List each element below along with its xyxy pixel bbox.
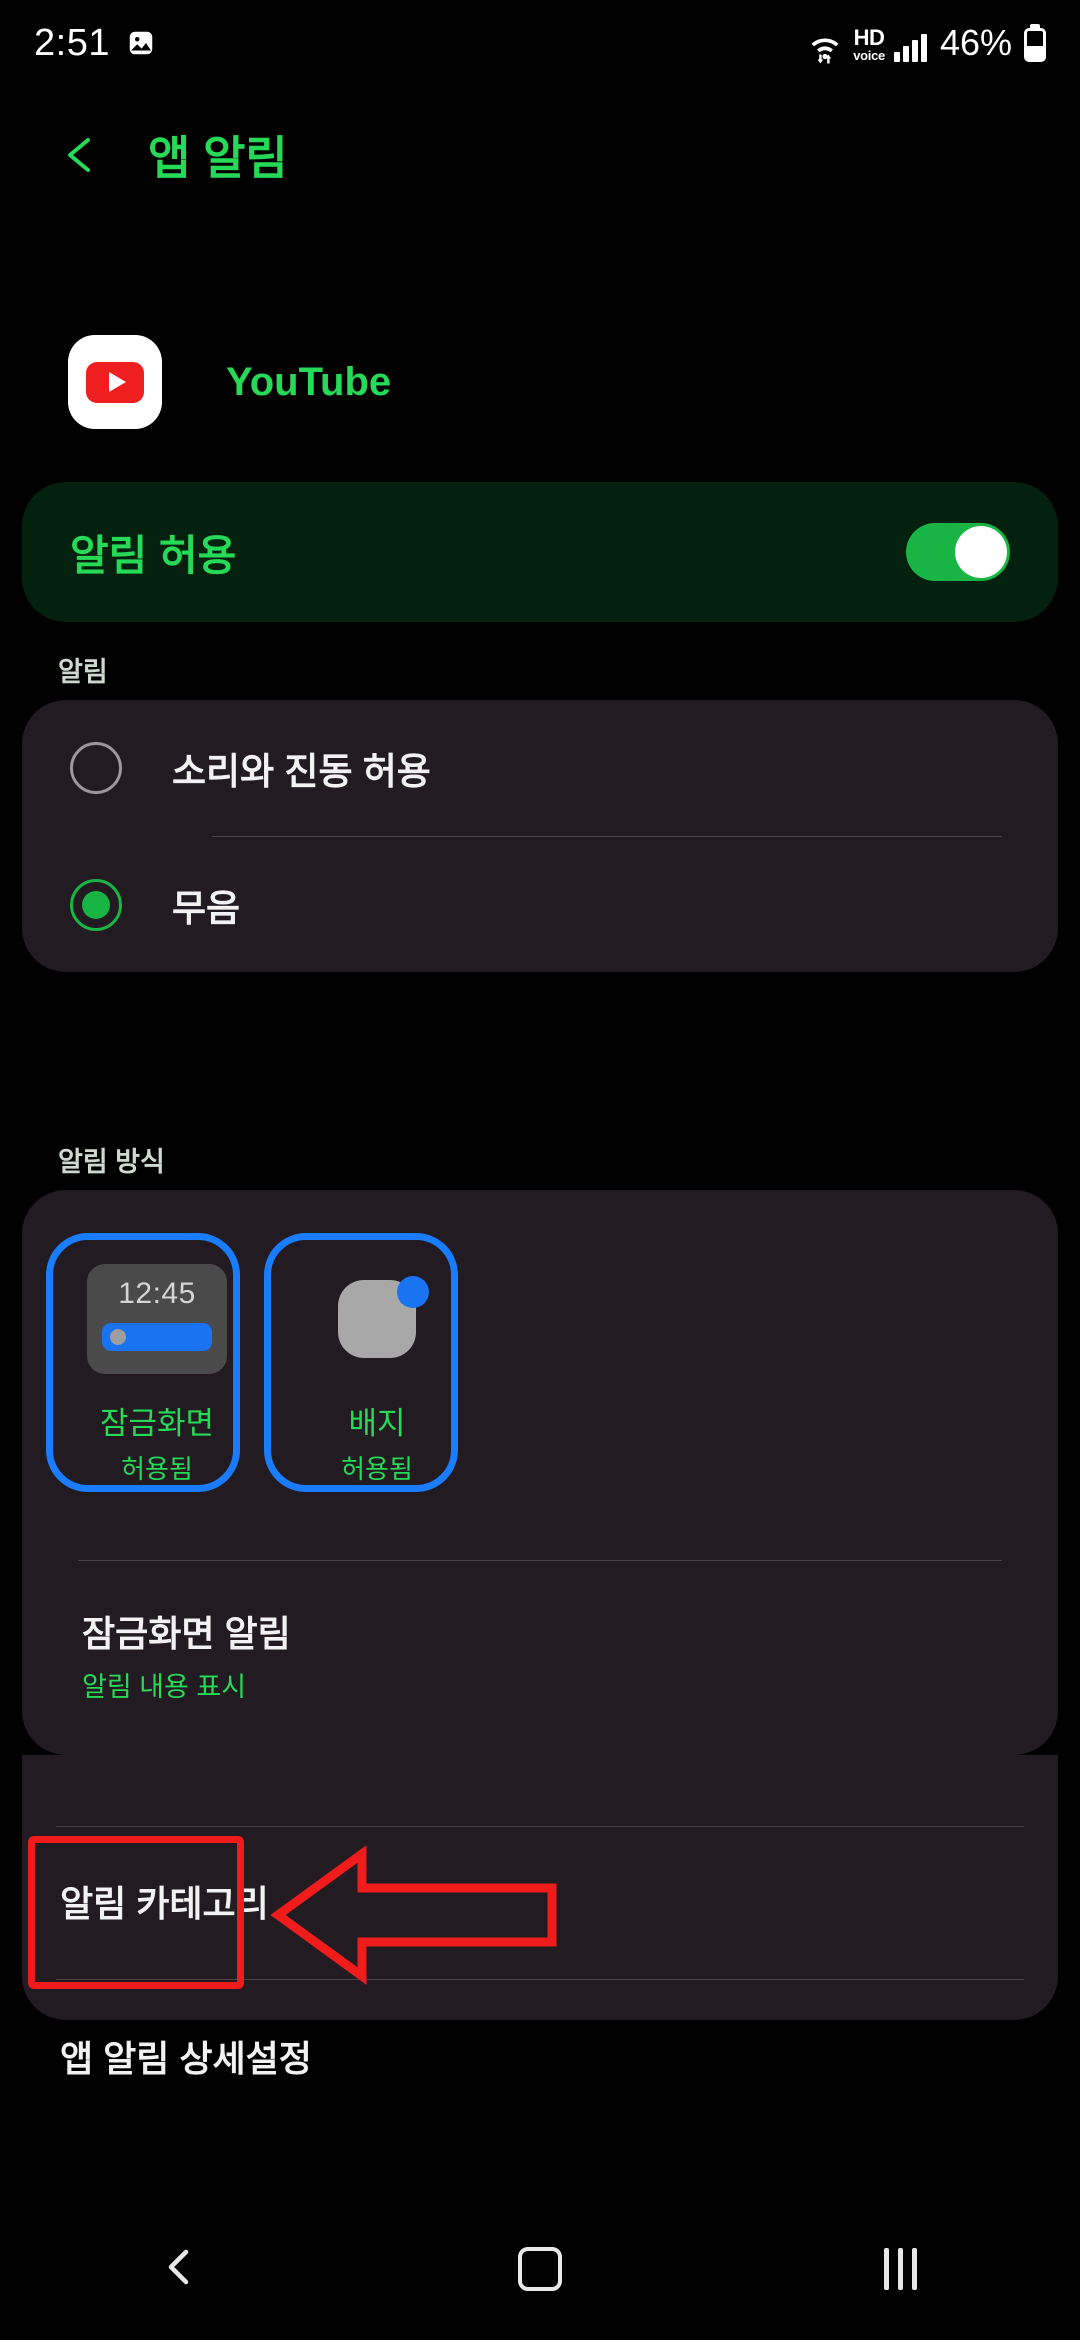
- toggle-knob: [955, 526, 1007, 578]
- list-item-title: 앱 알림 상세설정: [60, 2038, 312, 2079]
- hd-label: HD: [853, 25, 885, 50]
- radio-sound-vibration[interactable]: [70, 742, 122, 794]
- nav-home-icon: [518, 2247, 562, 2291]
- back-chevron-icon[interactable]: [58, 132, 104, 178]
- app-header-row[interactable]: YouTube: [0, 332, 1080, 432]
- phone-screen: 2:51 HD voice 46% 앱 알림 YouTube 알림 허용 알림 …: [0, 0, 1080, 2340]
- wifi-data-icon: [806, 30, 844, 64]
- radio-label-silent: 무음: [172, 888, 241, 929]
- annotation-red-arrow-left-icon: [270, 1845, 557, 1985]
- tile-title-badge: 배지: [348, 1406, 406, 1441]
- status-bar: 2:51 HD voice 46%: [0, 0, 1080, 86]
- voice-label: voice: [853, 48, 885, 63]
- youtube-badge: [86, 361, 144, 403]
- tile-title-lock-screen: 잠금화면: [99, 1406, 215, 1441]
- nav-back-icon: [158, 2245, 202, 2294]
- youtube-icon: [68, 335, 162, 429]
- lock-screen-preview-time: 12:45: [118, 1277, 196, 1310]
- nav-back-button[interactable]: [120, 2198, 240, 2340]
- lock-screen-preview-dot: [110, 1329, 126, 1345]
- radio-silent[interactable]: [70, 879, 122, 931]
- status-bar-left: 2:51: [34, 22, 156, 65]
- allow-notifications-label: 알림 허용: [70, 531, 237, 579]
- status-bar-right: HD voice 46%: [806, 22, 1046, 64]
- section-header-notification: 알림: [58, 657, 108, 687]
- nav-recents-button[interactable]: [840, 2198, 960, 2340]
- tile-lock-screen[interactable]: 12:45 잠금화면 허용됨: [62, 1238, 252, 1500]
- lock-screen-preview-icon: 12:45: [87, 1264, 227, 1374]
- notification-method-card: 12:45 잠금화면 허용됨 배지 허용됨 잠금화면 알림 알림 내용 표시: [22, 1190, 1058, 1755]
- play-triangle-icon: [108, 372, 126, 392]
- app-bar: 앱 알림: [0, 100, 1080, 210]
- list-item-notification-categories[interactable]: 알림 카테고리: [60, 1875, 269, 1927]
- badge-preview-icon: [307, 1264, 447, 1374]
- list-item-subtitle: 알림 내용 표시: [82, 1672, 247, 1702]
- radio-row-silent[interactable]: 무음: [22, 837, 1058, 973]
- list-item-app-notification-details[interactable]: 앱 알림 상세설정: [60, 2030, 312, 2082]
- badge-preview-dot: [397, 1276, 429, 1308]
- app-name-label: YouTube: [226, 359, 392, 404]
- section-header-method: 알림 방식: [58, 1147, 165, 1177]
- nav-recents-icon: [883, 2248, 917, 2290]
- nav-home-button[interactable]: [480, 2198, 600, 2340]
- battery-percent-label: 46%: [939, 22, 1012, 63]
- notification-style-card: 소리와 진동 허용 무음: [22, 700, 1058, 972]
- allow-notifications-card[interactable]: 알림 허용: [22, 482, 1058, 622]
- navigation-bar: [0, 2198, 1080, 2340]
- divider: [78, 1560, 1002, 1561]
- divider: [56, 1826, 1024, 1827]
- page-title: 앱 알림: [148, 132, 288, 184]
- method-tiles: 12:45 잠금화면 허용됨 배지 허용됨: [22, 1190, 1058, 1500]
- radio-row-sound-vibration[interactable]: 소리와 진동 허용: [22, 700, 1058, 836]
- tile-badge[interactable]: 배지 허용됨: [282, 1238, 472, 1500]
- list-item-lock-screen-notification[interactable]: 잠금화면 알림 알림 내용 표시: [82, 1605, 291, 1704]
- signal-bars-icon: [893, 32, 927, 62]
- list-item-title: 잠금화면 알림: [82, 1613, 291, 1654]
- radio-label-sound-vibration: 소리와 진동 허용: [172, 751, 431, 792]
- image-icon: [126, 28, 156, 58]
- tile-state-badge: 허용됨: [341, 1454, 413, 1484]
- status-bar-clock: 2:51: [34, 21, 110, 64]
- lock-screen-preview-notification: [102, 1323, 212, 1351]
- allow-notifications-toggle[interactable]: [906, 523, 1010, 581]
- tile-state-lock-screen: 허용됨: [121, 1454, 193, 1484]
- battery-icon: [1024, 28, 1046, 62]
- hd-voice-icon: HD voice: [853, 25, 885, 63]
- list-item-title: 알림 카테고리: [60, 1883, 269, 1924]
